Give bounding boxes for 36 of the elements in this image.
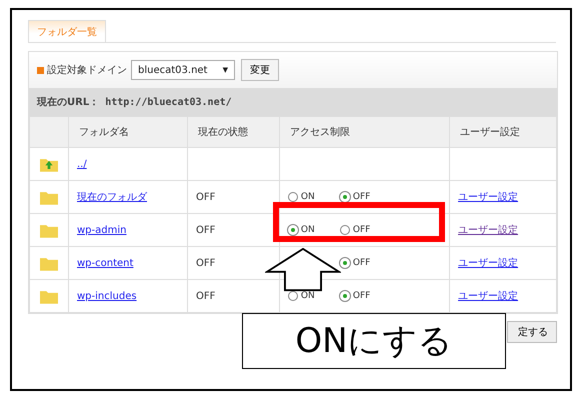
- off-radio[interactable]: OFF: [340, 291, 392, 301]
- bullet-icon: [37, 66, 44, 74]
- folder-link[interactable]: ../: [77, 158, 87, 170]
- folder-link[interactable]: wp-admin: [77, 224, 126, 236]
- current-url: http://bluecat03.net/: [105, 96, 232, 108]
- folder-link[interactable]: 現在のフォルダ: [77, 192, 147, 203]
- column-header: フォルダ名: [68, 116, 188, 148]
- on-radio[interactable]: ON: [288, 225, 340, 235]
- column-header: 現在の状態: [187, 116, 280, 148]
- off-radio[interactable]: OFF: [340, 225, 392, 235]
- folder-link[interactable]: wp-content: [77, 258, 134, 268]
- status-text: OFF: [196, 290, 216, 302]
- user-settings-link[interactable]: ユーザー設定: [458, 291, 518, 302]
- change-button[interactable]: 変更: [241, 59, 279, 81]
- off-radio[interactable]: OFF: [340, 258, 392, 268]
- user-settings-link[interactable]: ユーザー設定: [458, 225, 518, 236]
- url-label: 現在のURL：: [37, 96, 100, 109]
- status-text: OFF: [196, 224, 216, 236]
- up-arrow-icon: [265, 248, 341, 292]
- domain-label: 設定対象ドメイン: [47, 64, 127, 77]
- user-settings-link[interactable]: ユーザー設定: [458, 258, 518, 269]
- folder-link[interactable]: wp-includes: [77, 290, 137, 302]
- status-text: OFF: [196, 192, 216, 202]
- folder-icon: [40, 256, 58, 270]
- submit-button[interactable]: 定する: [507, 321, 557, 343]
- on-radio[interactable]: ON: [288, 192, 340, 202]
- off-radio[interactable]: OFF: [340, 192, 392, 202]
- callout-text: ONにする: [242, 313, 506, 369]
- folder-up-icon: [40, 156, 58, 172]
- folder-icon: [40, 222, 58, 238]
- column-header: アクセス制限: [279, 116, 450, 148]
- user-settings-link[interactable]: ユーザー設定: [458, 192, 518, 203]
- status-text: OFF: [196, 258, 216, 268]
- column-header: ユーザー設定: [450, 116, 556, 148]
- folder-icon: [40, 190, 58, 204]
- folder-icon: [40, 288, 58, 304]
